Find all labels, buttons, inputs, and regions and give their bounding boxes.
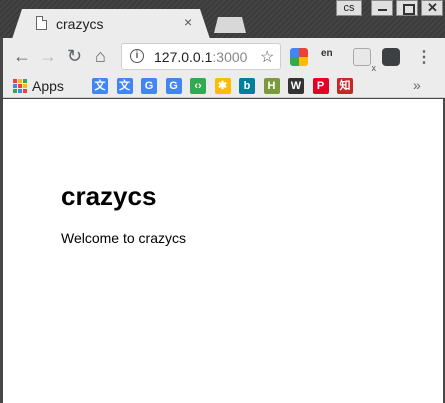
navigation-toolbar: ← → ↻ ⌂ i 127.0.0.1:3000 ☆ en x ⋮ <box>3 38 445 74</box>
home-button[interactable]: ⌂ <box>95 46 106 66</box>
translate-en-extension-icon[interactable]: en <box>321 48 339 66</box>
page-content: crazycs Welcome to crazycs <box>3 99 443 403</box>
close-window-button[interactable]: ✕ <box>421 0 443 16</box>
reload-button[interactable]: ↻ <box>67 46 82 66</box>
mail-extension-icon[interactable]: x <box>353 48 376 73</box>
close-icon: ✕ <box>427 0 438 15</box>
url-text[interactable]: 127.0.0.1:3000 <box>154 49 247 65</box>
mail-badge: x <box>371 63 377 73</box>
back-button[interactable]: ← <box>13 46 31 66</box>
extension-icon[interactable] <box>382 48 400 66</box>
browser-window: crazycs × cs ✕ ← → ↻ ⌂ i 127.0.0.1:3000 … <box>0 0 445 403</box>
title-bar: crazycs × cs ✕ <box>0 0 445 39</box>
menu-icon[interactable]: ⋮ <box>416 47 432 67</box>
tab-close-icon[interactable]: × <box>184 14 192 30</box>
profile-button[interactable]: cs <box>336 0 362 16</box>
zhihu-icon[interactable]: 知 <box>337 78 353 94</box>
google-translate-icon[interactable]: 文 <box>116 78 133 94</box>
google-icon[interactable]: G <box>141 78 157 94</box>
address-bar[interactable]: i 127.0.0.1:3000 ☆ <box>121 43 281 70</box>
minimize-button[interactable] <box>371 0 393 16</box>
forward-button[interactable]: → <box>39 46 57 66</box>
pinterest-icon[interactable]: P <box>312 78 329 94</box>
wh-icon[interactable]: H <box>263 78 280 94</box>
url-host: 127.0.0.1 <box>154 49 213 65</box>
site-info-icon[interactable]: i <box>130 49 144 63</box>
tab-crazycs[interactable]: crazycs × <box>12 9 210 39</box>
google-translate-icon[interactable]: 文 <box>92 78 108 94</box>
bing-icon[interactable]: b <box>239 78 255 94</box>
maximize-button[interactable] <box>396 0 418 16</box>
tab-title: crazycs <box>56 16 104 32</box>
welcome-text: Welcome to crazycs <box>61 230 186 246</box>
apps-grid-icon[interactable] <box>13 79 27 93</box>
google-photos-icon[interactable]: ✱ <box>214 78 231 94</box>
google-extension-icon[interactable] <box>290 48 308 66</box>
bookmark-star-icon[interactable]: ☆ <box>260 47 274 67</box>
more-bookmarks-icon[interactable]: » <box>413 77 421 93</box>
bookmarks-bar: Apps 文文 G G ‹› ✱ b H W P 知 » <box>3 74 445 98</box>
google-icon[interactable]: G <box>165 78 182 94</box>
google-developers-icon[interactable]: ‹› <box>190 78 206 94</box>
page-icon <box>36 16 47 30</box>
page-heading: crazycs <box>61 181 157 211</box>
apps-bookmark[interactable]: Apps <box>32 78 64 94</box>
new-tab-button[interactable] <box>214 17 246 33</box>
url-port: :3000 <box>212 49 248 65</box>
wikipedia-icon[interactable]: W <box>288 78 304 94</box>
